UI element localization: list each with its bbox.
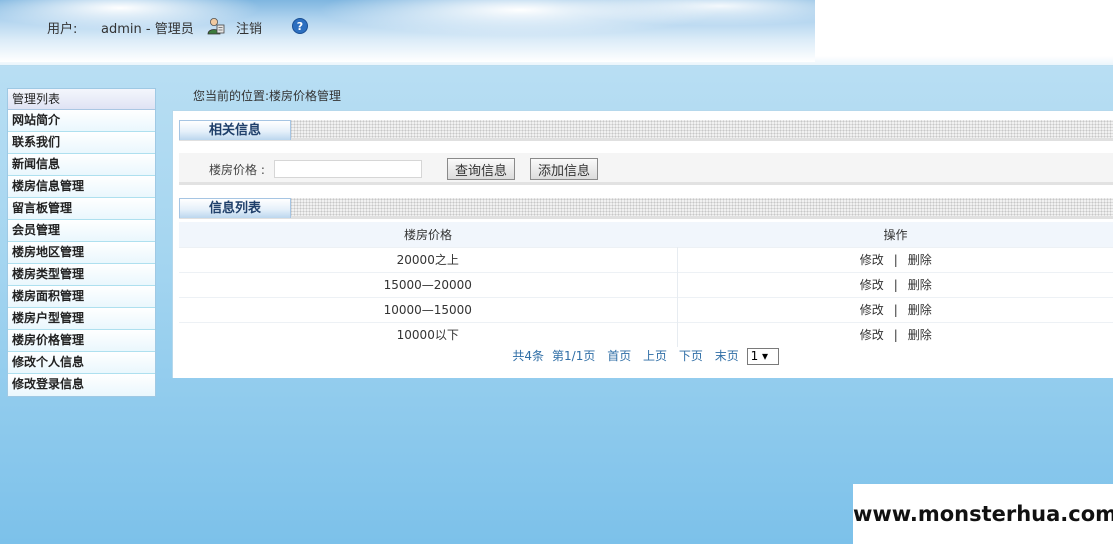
- table-row: 15000—20000 修改 | 删除: [179, 271, 1113, 297]
- action-separator: |: [893, 253, 898, 267]
- actions-cell: 修改 | 删除: [677, 246, 1113, 272]
- search-form: 楼房价格 : 查询信息 添加信息: [179, 153, 1113, 185]
- table-row: 10000—15000 修改 | 删除: [179, 296, 1113, 322]
- top-header: 用户: admin - 管理员 注销 ?: [0, 0, 1113, 66]
- list-section-header: 信息列表: [179, 198, 1113, 219]
- sidebar-item-prices[interactable]: 楼房价格管理: [8, 330, 155, 352]
- price-field-label: 楼房价格 :: [209, 163, 265, 177]
- actions-cell: 修改 | 删除: [677, 321, 1113, 347]
- actions-cell: 修改 | 删除: [677, 296, 1113, 322]
- table-header-row: 楼房价格 操作: [179, 222, 1113, 247]
- main-panel: 相关信息 楼房价格 : 查询信息 添加信息 信息列表 楼房价格 操作 20000…: [172, 110, 1113, 378]
- edit-link[interactable]: 修改: [860, 253, 884, 267]
- pagination: 共4条 第1/1页 首页 上页 下页 末页 1 ▾: [173, 347, 1113, 365]
- table-row: 20000之上 修改 | 删除: [179, 246, 1113, 272]
- first-page-link[interactable]: 首页: [607, 349, 631, 363]
- sidebar-item-contact[interactable]: 联系我们: [8, 132, 155, 154]
- sidebar-item-login-info[interactable]: 修改登录信息: [8, 374, 155, 396]
- column-header-price: 楼房价格: [179, 222, 677, 247]
- sidebar-item-layouts[interactable]: 楼房户型管理: [8, 308, 155, 330]
- help-icon[interactable]: ?: [292, 18, 308, 34]
- price-cell: 15000—20000: [179, 271, 678, 297]
- sidebar-item-message-board[interactable]: 留言板管理: [8, 198, 155, 220]
- prev-page-link[interactable]: 上页: [643, 349, 667, 363]
- total-count: 共4条: [512, 349, 545, 363]
- delete-link[interactable]: 删除: [908, 253, 932, 267]
- sidebar-item-profile[interactable]: 修改个人信息: [8, 352, 155, 374]
- search-section-title: 相关信息: [179, 120, 291, 140]
- column-header-actions: 操作: [677, 222, 1113, 247]
- sidebar-title: 管理列表: [8, 89, 155, 110]
- sidebar-item-regions[interactable]: 楼房地区管理: [8, 242, 155, 264]
- sidebar-item-types[interactable]: 楼房类型管理: [8, 264, 155, 286]
- edit-link[interactable]: 修改: [860, 303, 884, 317]
- add-button[interactable]: 添加信息: [530, 158, 599, 180]
- price-search-input[interactable]: [274, 160, 422, 178]
- watermark-text: www.monsterhua.com: [853, 484, 1113, 544]
- action-separator: |: [893, 303, 898, 317]
- sidebar-item-building-info[interactable]: 楼房信息管理: [8, 176, 155, 198]
- search-section-header: 相关信息: [179, 120, 1113, 141]
- price-cell: 10000以下: [179, 321, 678, 347]
- price-cell: 10000—15000: [179, 296, 678, 322]
- price-cell: 20000之上: [179, 246, 678, 272]
- page-select[interactable]: 1 ▾: [746, 348, 779, 365]
- delete-link[interactable]: 删除: [908, 278, 932, 292]
- next-page-link[interactable]: 下页: [679, 349, 703, 363]
- edit-link[interactable]: 修改: [860, 278, 884, 292]
- logout-link[interactable]: 注销: [236, 18, 262, 37]
- breadcrumb: 您当前的位置:楼房价格管理: [193, 89, 342, 103]
- edit-link[interactable]: 修改: [860, 328, 884, 342]
- sidebar-item-members[interactable]: 会员管理: [8, 220, 155, 242]
- action-separator: |: [893, 328, 898, 343]
- action-separator: |: [893, 278, 898, 292]
- page-info: 第1/1页: [552, 349, 596, 363]
- table-row: 10000以下 修改 | 删除: [179, 321, 1113, 347]
- sidebar-item-site-intro[interactable]: 网站简介: [8, 110, 155, 132]
- list-section-title: 信息列表: [179, 198, 291, 218]
- last-page-link[interactable]: 末页: [715, 349, 739, 363]
- actions-cell: 修改 | 删除: [677, 271, 1113, 297]
- user-logout-icon[interactable]: [207, 17, 225, 35]
- search-button[interactable]: 查询信息: [447, 158, 516, 180]
- user-name: admin - 管理员: [101, 22, 194, 37]
- sidebar-item-news[interactable]: 新闻信息: [8, 154, 155, 176]
- user-label: 用户:: [47, 22, 78, 37]
- delete-link[interactable]: 删除: [908, 303, 932, 317]
- sidebar-item-areas[interactable]: 楼房面积管理: [8, 286, 155, 308]
- delete-link[interactable]: 删除: [908, 328, 932, 342]
- price-table: 楼房价格 操作 20000之上 修改 | 删除 15000—20000 修改 | 删除 …: [179, 222, 1113, 347]
- sidebar-menu: 管理列表 网站简介 联系我们 新闻信息 楼房信息管理 留言板管理 会员管理 楼房…: [7, 88, 156, 397]
